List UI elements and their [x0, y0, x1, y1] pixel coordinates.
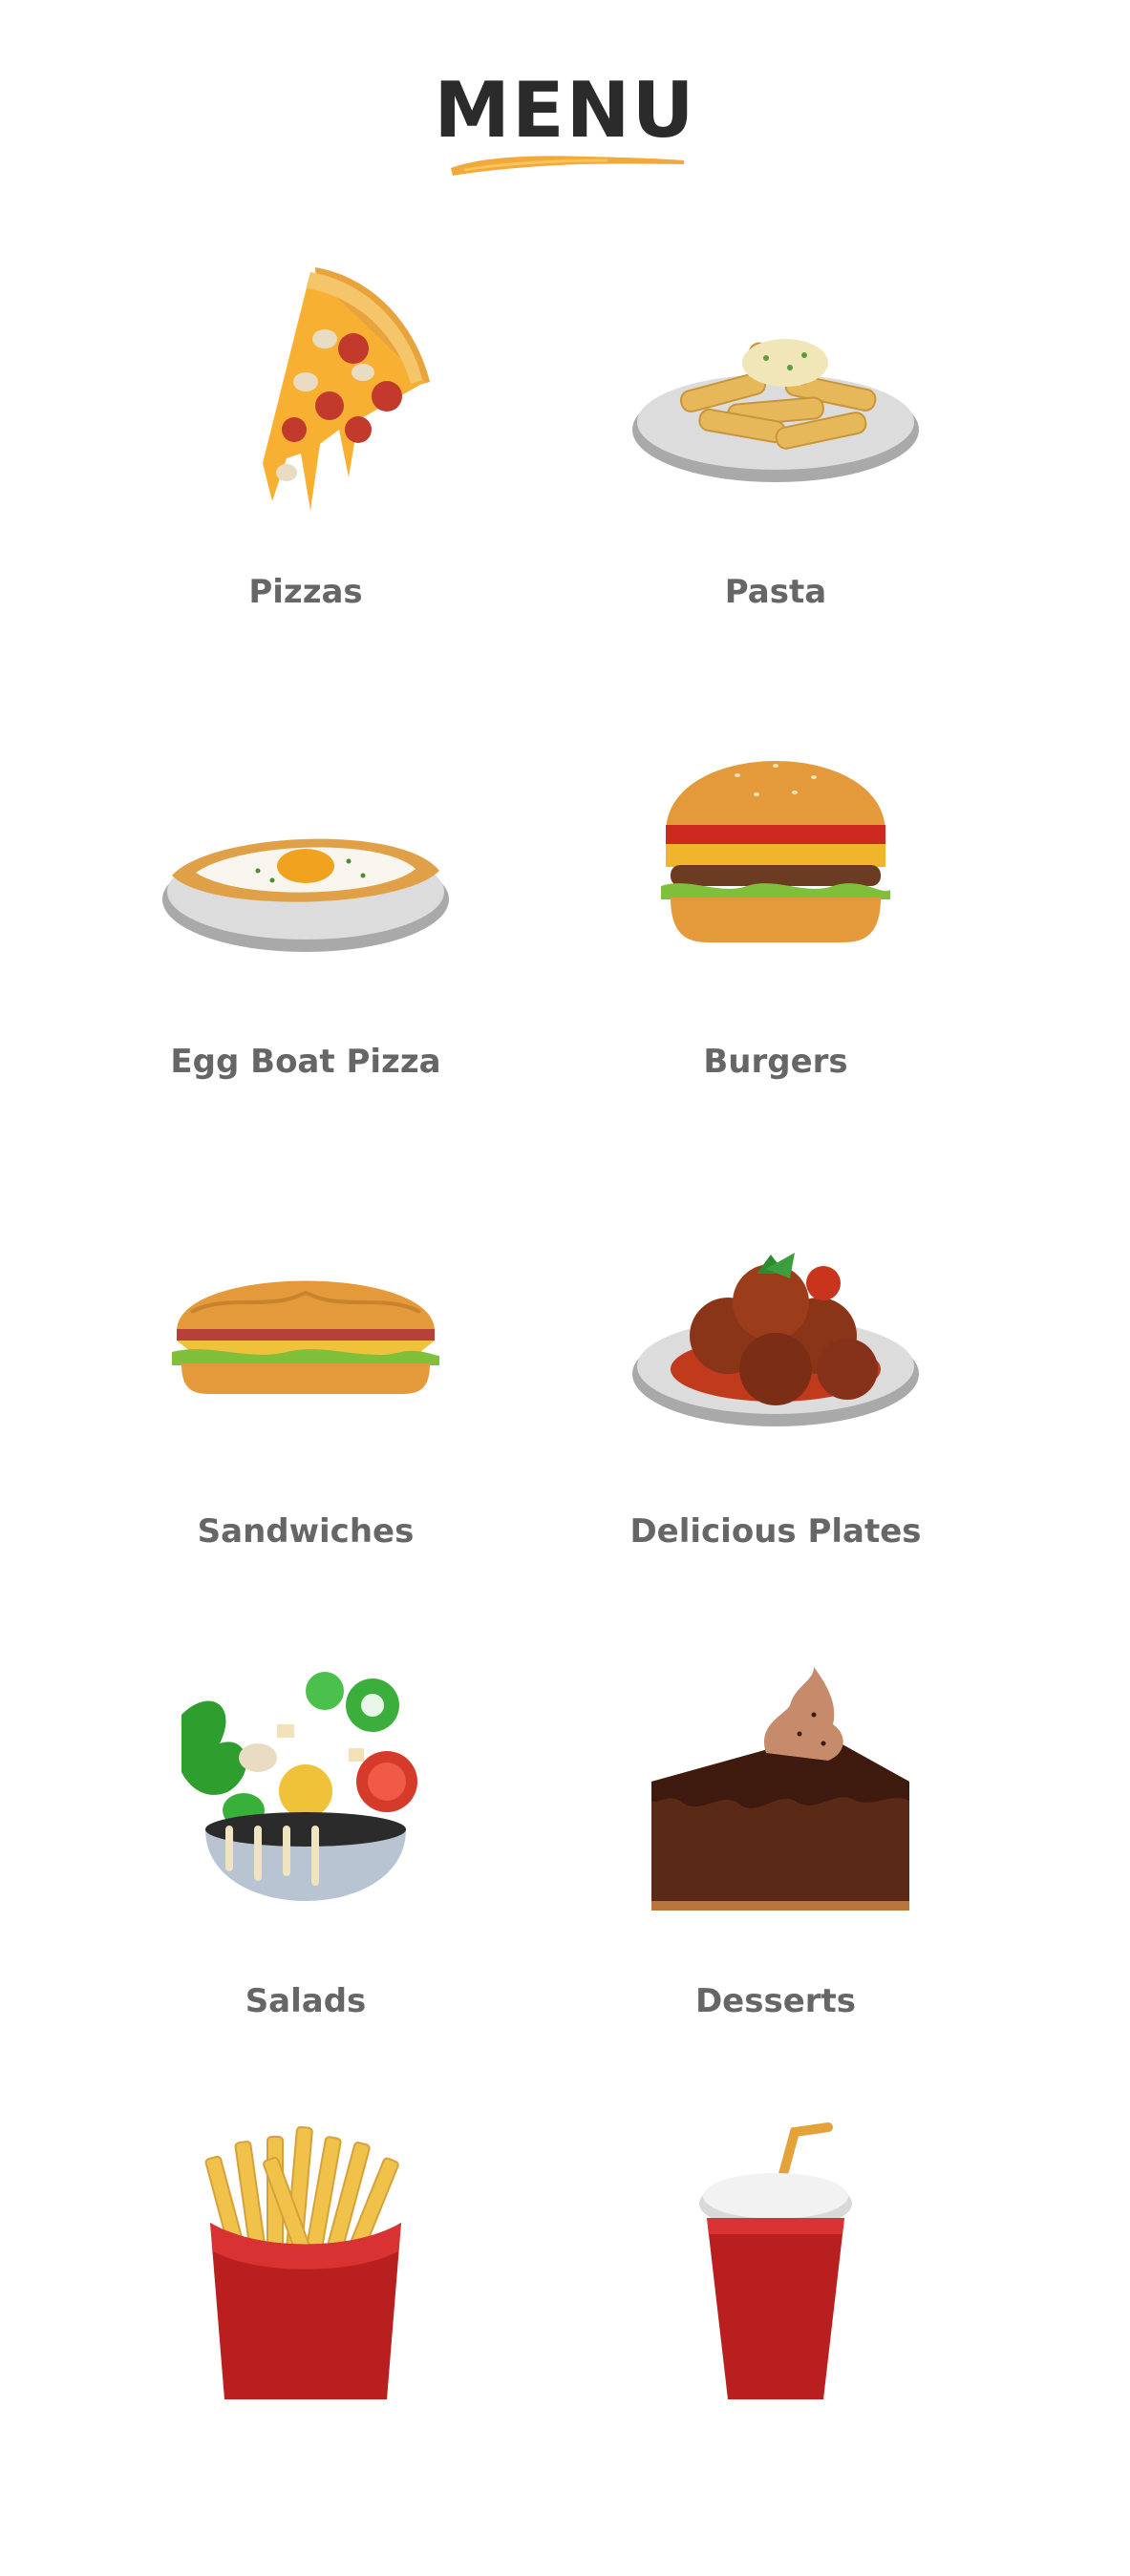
- menu-item-salads[interactable]: Salads: [96, 1648, 516, 2106]
- menu-grid: Pizzas Pasta Egg Boat Pizza Burgers Sand…: [96, 239, 1034, 2444]
- title-underline-brush: [451, 156, 684, 176]
- chocolate-cake-icon: [651, 1667, 909, 1911]
- item-label: Burgers: [703, 1043, 848, 1081]
- menu-item-drinks[interactable]: [565, 2118, 986, 2576]
- item-label: Salads: [245, 1982, 367, 2020]
- menu-item-egg-boat-pizza[interactable]: Egg Boat Pizza: [96, 708, 516, 1167]
- french-fries-icon: [204, 2125, 401, 2399]
- item-label: Desserts: [694, 1982, 857, 2020]
- menu-item-burgers[interactable]: Burgers: [565, 708, 986, 1167]
- pasta-plate-icon: [632, 339, 919, 482]
- item-label: Delicious Plates: [629, 1512, 922, 1551]
- menu-item-pizzas[interactable]: Pizzas: [96, 239, 516, 697]
- menu-item-delicious-plates[interactable]: Delicious Plates: [565, 1178, 986, 1636]
- egg-boat-pizza-icon: [162, 838, 449, 952]
- burger-icon: [661, 761, 890, 942]
- item-label: Egg Boat Pizza: [170, 1043, 441, 1081]
- menu-item-pasta[interactable]: Pasta: [565, 239, 986, 697]
- menu-item-french-fries[interactable]: [96, 2118, 516, 2576]
- item-label: Sandwiches: [197, 1512, 415, 1551]
- meatballs-plate-icon: [632, 1253, 919, 1426]
- item-label: Pasta: [724, 573, 827, 611]
- pizza-slice-icon: [263, 267, 430, 511]
- drink-cup-icon: [699, 2122, 852, 2399]
- item-label: Pizzas: [248, 573, 363, 611]
- menu-item-desserts[interactable]: Desserts: [565, 1648, 986, 2106]
- menu-item-sandwiches[interactable]: Sandwiches: [96, 1178, 516, 1636]
- salad-bowl-icon: [181, 1672, 417, 1901]
- sandwich-icon: [172, 1280, 439, 1394]
